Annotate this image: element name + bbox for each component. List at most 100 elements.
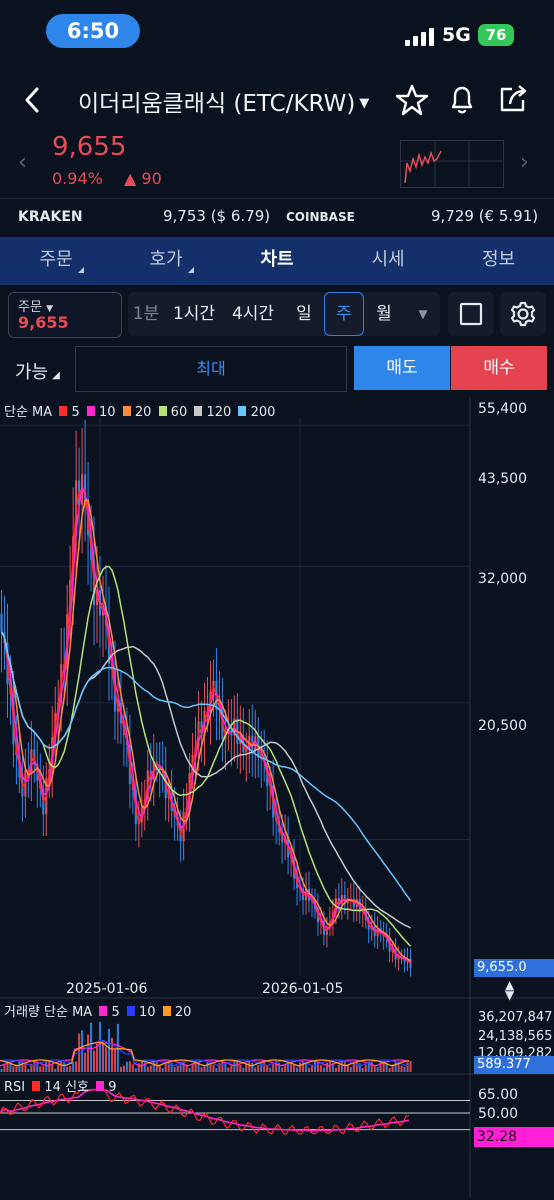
tab-order[interactable]: 주문 (0, 237, 112, 285)
next-coin-icon[interactable]: › (520, 150, 529, 175)
volume-bar (48, 1061, 51, 1072)
sell-button[interactable]: 매도 (354, 346, 450, 390)
back-button[interactable] (12, 76, 52, 128)
ma-legend-swatch-10 (86, 406, 95, 416)
star-icon (395, 84, 429, 116)
tab-order-label: 주문 (39, 249, 73, 270)
volume-bar (215, 1067, 218, 1072)
volume-bar (149, 1065, 152, 1072)
volume-bar (340, 1061, 343, 1072)
volume-bar (376, 1067, 379, 1072)
tab-order-corner-icon (78, 267, 84, 273)
prev-coin-icon[interactable]: ‹ (18, 150, 27, 175)
current-price: 9,655 (52, 132, 127, 162)
tab-orderbook-corner-icon (188, 267, 194, 273)
volume-bar (254, 1067, 257, 1072)
mini-chart[interactable] (400, 140, 504, 188)
x-tick-label: 2025-01-06 (66, 981, 148, 997)
tab-info[interactable]: 정보 (443, 237, 554, 285)
timeframe-day[interactable]: 일 (288, 292, 320, 336)
ma-legend-swatch-120 (194, 406, 203, 416)
rsi-last-tag: 32.28 (474, 1127, 554, 1147)
battery-icon: 76 (478, 24, 514, 46)
volume-bar (107, 1028, 111, 1072)
y-tick-label: 32,000 (478, 571, 527, 587)
volume-bar (161, 1068, 164, 1072)
alarm-button[interactable] (442, 76, 482, 128)
volume-legend-10: 10 (139, 1005, 156, 1020)
volume-bar (101, 1040, 105, 1072)
volume-bar (227, 1067, 230, 1072)
volume-bar (113, 1049, 116, 1072)
ma-legend-label: 단순 MA (4, 405, 53, 420)
rsi-tick-label: 65.00 (478, 1087, 519, 1103)
volume-bar (45, 1061, 48, 1072)
volume-bar (92, 1050, 96, 1072)
timeframe-4h[interactable]: 4시간 (226, 292, 280, 336)
volume-bar (358, 1063, 361, 1072)
change-amount-value: 90 (141, 169, 162, 188)
share-button[interactable] (492, 76, 532, 128)
tab-chart[interactable]: 차트 (221, 237, 333, 285)
max-quantity-button[interactable]: 최대 (75, 346, 347, 392)
exchange-name-kraken: KRAKEN (18, 209, 83, 225)
volume-bar (24, 1063, 27, 1072)
volume-bar (373, 1065, 376, 1072)
volume-bar (406, 1062, 409, 1072)
layout-button[interactable] (448, 292, 494, 336)
timeframe-month[interactable]: 월 (368, 292, 400, 336)
tab-info-label: 정보 (481, 249, 516, 270)
volume-bar (394, 1061, 397, 1072)
timeframe-1m[interactable]: 1분 (128, 292, 164, 336)
volume-tick-label: 12,069,282 (478, 1046, 553, 1056)
rsi-signal-swatch (96, 1081, 105, 1091)
favorite-button[interactable] (392, 76, 432, 128)
buy-button[interactable]: 매수 (451, 346, 547, 390)
volume-bar (176, 1065, 179, 1072)
volume-bar (304, 1062, 308, 1072)
volume-bar (173, 1067, 176, 1072)
available-selector[interactable]: 가능 ◢ (15, 358, 60, 384)
volume-bar (388, 1068, 391, 1072)
ma-legend-swatch-60 (158, 406, 167, 416)
volume-bar (203, 1065, 206, 1072)
volume-bar (343, 1061, 346, 1072)
volume-bar (134, 1068, 137, 1072)
volume-bar (39, 1066, 42, 1072)
volume-bar (206, 1061, 209, 1072)
volume-bar (257, 1065, 260, 1072)
mini-chart-line (404, 150, 442, 184)
exchange-price-kraken: 9,753 ($ 6.79) (163, 207, 271, 225)
tab-chart-label: 차트 (260, 249, 294, 270)
ma-legend-120: 120 (206, 405, 232, 420)
page-title-text: 이더리움클래식 (ETC/KRW) (78, 91, 356, 117)
volume-bar (60, 1061, 63, 1072)
volume-bar (152, 1061, 155, 1072)
volume-bar (27, 1068, 30, 1072)
volume-tick-label: 24,138,565 (478, 1029, 553, 1044)
volume-bar (337, 1064, 340, 1072)
tab-trades[interactable]: 시세 (332, 237, 444, 285)
timeframe-dropdown-icon[interactable]: ▼ (408, 292, 438, 336)
volume-bar (140, 1061, 143, 1072)
tab-orderbook[interactable]: 호가 (110, 237, 222, 285)
volume-bar (361, 1068, 364, 1072)
volume-legend-20: 20 (174, 1005, 192, 1020)
volume-bar (90, 1022, 93, 1072)
volume-bar (63, 1062, 66, 1072)
volume-bar (334, 1067, 337, 1072)
timeframe-week[interactable]: 주 (324, 292, 364, 336)
volume-bar (403, 1067, 406, 1072)
network-label: 5G (442, 24, 471, 46)
rsi-legend-swatch (32, 1081, 41, 1091)
ma-legend-swatch-200 (238, 406, 247, 416)
volume-bar (72, 1061, 75, 1072)
square-icon (459, 302, 483, 326)
expand-vertical-icon[interactable]: ▲ ▼ (505, 979, 514, 1001)
timeframe-1h[interactable]: 1시간 (168, 292, 220, 336)
page-title[interactable]: 이더리움클래식 (ETC/KRW) ▼ (78, 84, 369, 118)
settings-button[interactable] (500, 292, 546, 336)
gear-icon (510, 301, 536, 327)
ma-legend: 단순 MA 5 10 20 60 120 200 (4, 401, 275, 420)
volume-bar (42, 1066, 45, 1072)
